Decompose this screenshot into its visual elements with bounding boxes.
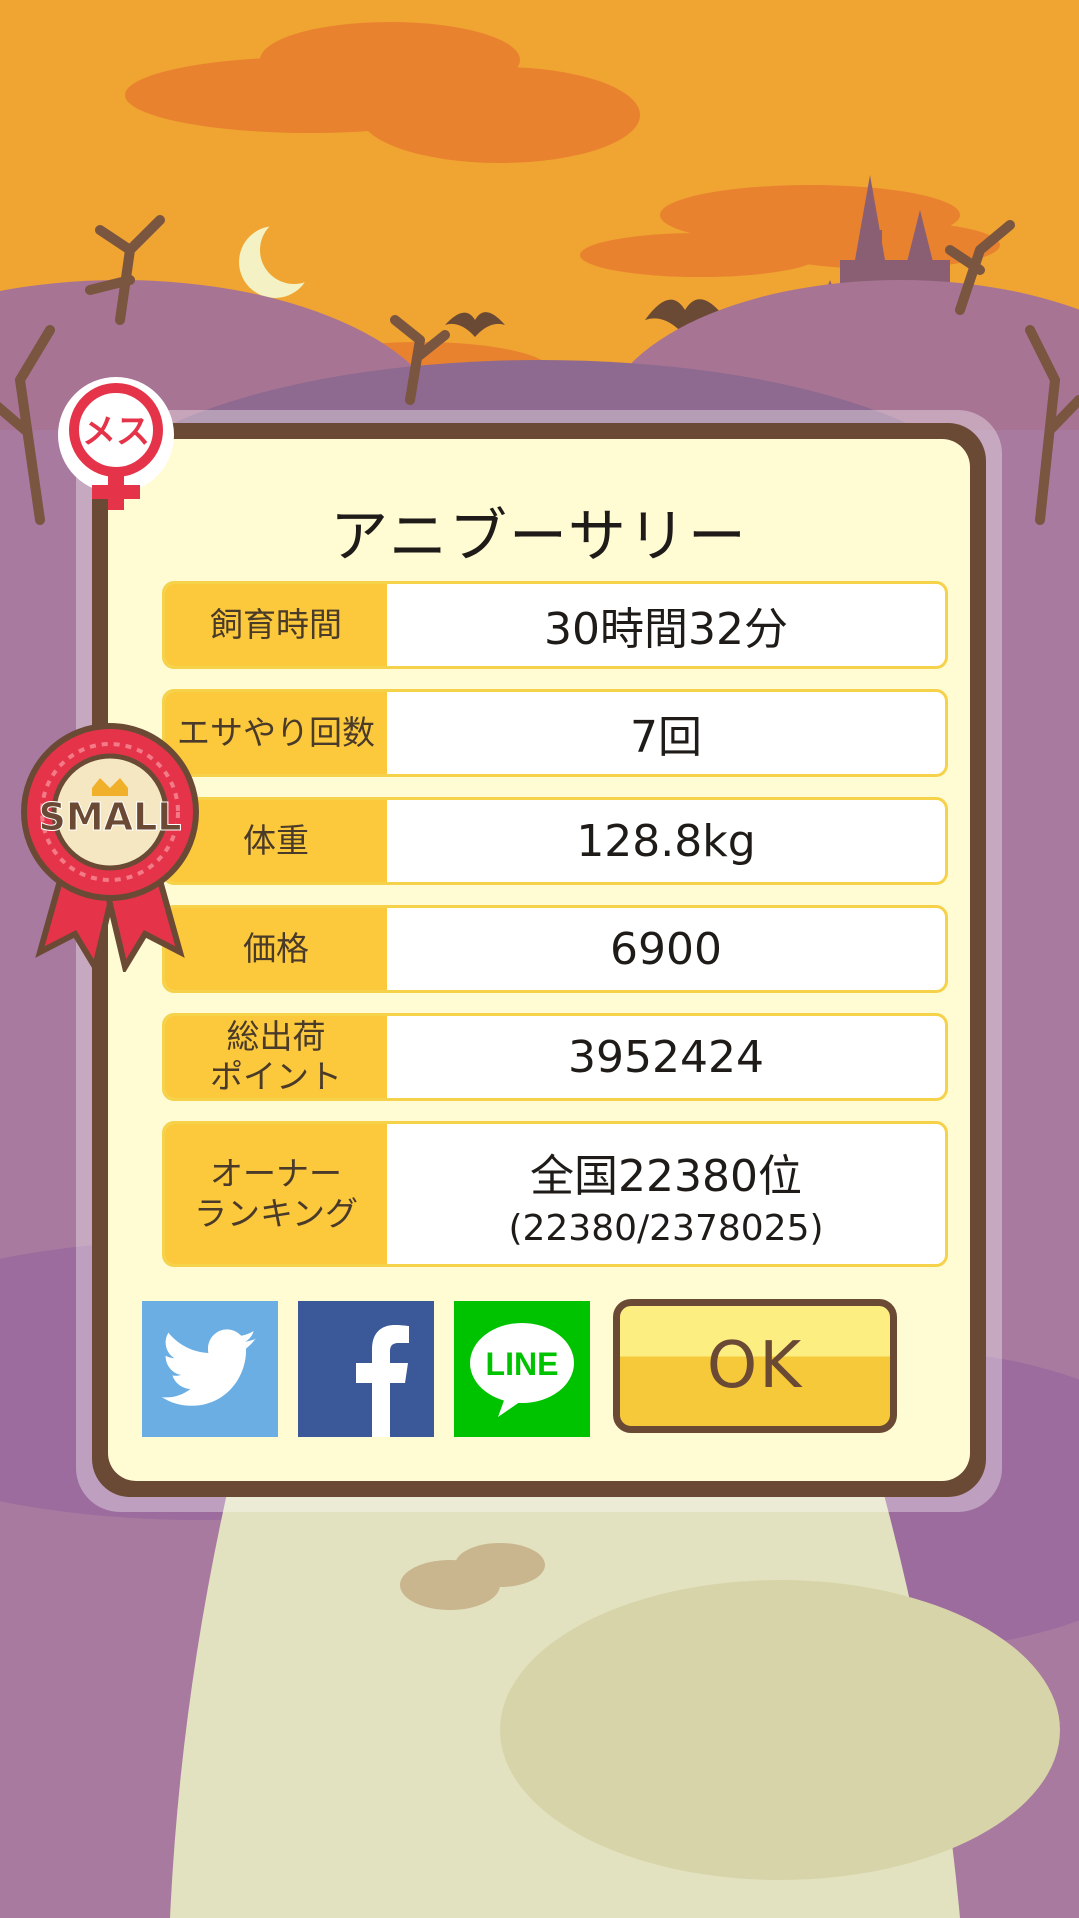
- stat-row-weight: 体重 128.8kg: [162, 797, 948, 885]
- stat-value: 128.8kg: [576, 815, 756, 867]
- small-rosette-badge-icon: SMALL: [21, 723, 199, 972]
- stat-row-feed-count: エサやり回数 7回: [162, 689, 948, 777]
- stat-value: 3952424: [568, 1031, 764, 1083]
- line-share-button[interactable]: LINE: [454, 1301, 590, 1437]
- stat-row-breeding-time: 飼育時間 30時間32分: [162, 581, 948, 669]
- ok-button[interactable]: OK: [613, 1299, 897, 1433]
- gender-label: メス: [82, 412, 150, 452]
- line-label: LINE: [486, 1346, 559, 1382]
- dialog-body: アニブーサリー 飼育時間 30時間32分 エサやり回数 7回 体重 128.8k…: [108, 439, 970, 1481]
- anniversary-dialog: アニブーサリー 飼育時間 30時間32分 エサやり回数 7回 体重 128.8k…: [92, 423, 986, 1497]
- twitter-icon: [162, 1329, 257, 1406]
- stat-label: オーナー ランキング: [165, 1124, 387, 1264]
- dialog-title: アニブーサリー: [330, 502, 748, 570]
- stat-row-price: 価格 6900: [162, 905, 948, 993]
- stat-label: 総出荷 ポイント: [165, 1016, 387, 1098]
- facebook-share-button[interactable]: [298, 1301, 434, 1437]
- ranking-value: 全国22380位: [530, 1150, 802, 1202]
- ranking-detail: (22380/2378025): [508, 1207, 824, 1249]
- stat-value: 30時間32分: [544, 604, 788, 655]
- stat-label: 飼育時間: [165, 584, 387, 666]
- stat-value: 7回: [630, 712, 702, 763]
- stat-value: 全国22380位 (22380/2378025): [387, 1124, 945, 1264]
- stat-row-shipping-points: 総出荷 ポイント 3952424: [162, 1013, 948, 1101]
- line-icon: LINE: [470, 1323, 574, 1417]
- female-badge-icon: メス: [58, 377, 174, 510]
- size-label: SMALL: [38, 795, 181, 839]
- facebook-icon: [356, 1325, 409, 1437]
- twitter-share-button[interactable]: [142, 1301, 278, 1437]
- stat-row-owner-ranking: オーナー ランキング 全国22380位 (22380/2378025): [162, 1121, 948, 1267]
- stat-value: 6900: [610, 923, 722, 975]
